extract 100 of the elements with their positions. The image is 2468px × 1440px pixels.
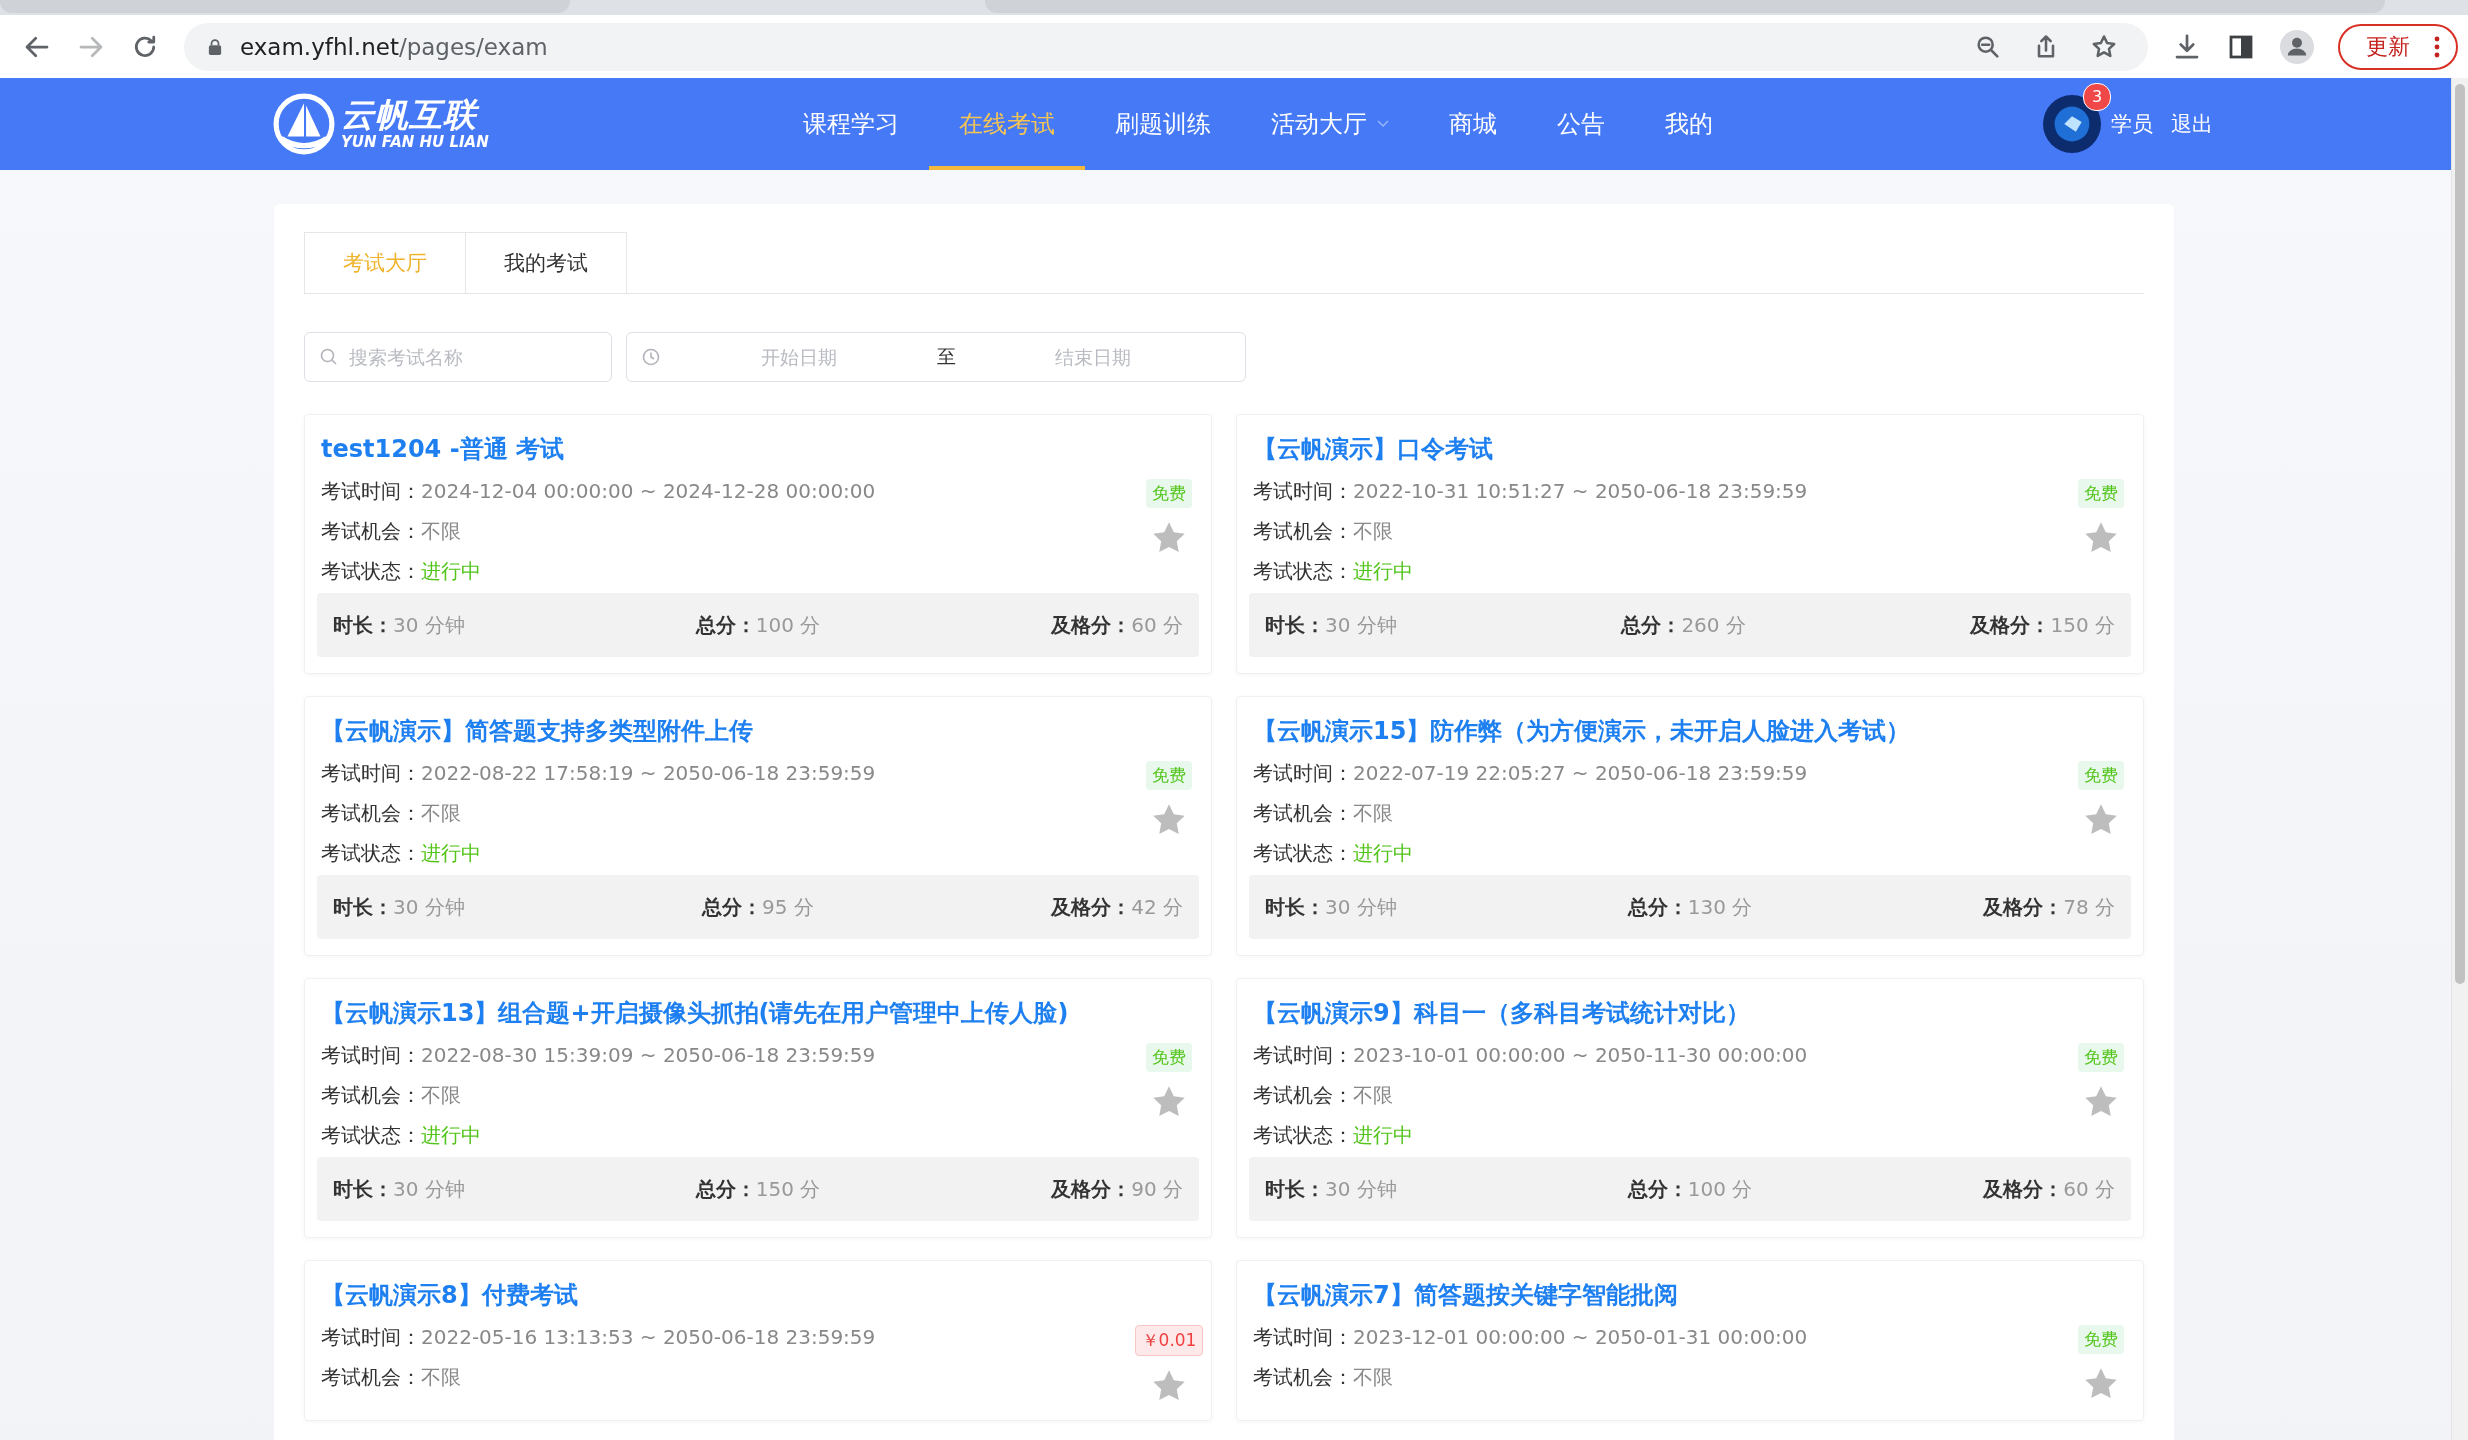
profile-icon[interactable] [2280, 29, 2314, 64]
end-date-input[interactable]: 结束日期 [955, 345, 1231, 369]
stat-value: 60 分 [1131, 612, 1183, 637]
exam-time: 2022-10-31 10:51:27 ~ 2050-06-18 23:59:59 [1353, 479, 1808, 503]
exam-card[interactable]: 【云帆演示】简答题支持多类型附件上传 考试时间：2022-08-22 17:58:19 ~ 2050-06-18 23:59:59 考试机会：不限 考试状态：进行中 免费 时长：30 分钟 总分：95 分 及格分：42 分 [304, 696, 1212, 956]
exam-attempts: 不限 [1353, 1365, 1393, 1389]
field-label: 考试时间： [1253, 1043, 1353, 1067]
exam-title[interactable]: 【云帆演示7】简答题按关键字智能批阅 [1249, 1273, 2071, 1317]
exam-card[interactable]: 【云帆演示8】付费考试 考试时间：2022-05-16 13:13:53 ~ 2050-06-18 23:59:59 考试机会：不限 ￥0.01 [304, 1260, 1212, 1421]
stat-value: 260 分 [1681, 612, 1746, 637]
price-tag: ￥0.01 [1134, 1325, 1204, 1356]
exam-card[interactable]: 【云帆演示13】组合题+开启摄像头抓拍(请先在用户管理中上传人脸) 考试时间：2022-08-30 15:39:09 ~ 2050-06-18 23:59:59 考试机会：不限 考试状态：进行中 免费 时长：30 分钟 总分：150 分 及格分：90 分 [304, 978, 1212, 1238]
field-label: 考试状态： [321, 1123, 421, 1147]
exam-card[interactable]: test1204 -普通 考试 考试时间：2024-12-04 00:00:00 ~ 2024-12-28 00:00:00 考试机会：不限 考试状态：进行中 免费 时长：30 分钟 总分：100 分 及格分：60 分 [304, 414, 1212, 674]
price-tag: 免费 [2078, 1043, 2124, 1072]
url-text: exam.yfhl.net/pages/exam [240, 33, 548, 60]
stat-label: 及格分： [1970, 612, 2051, 637]
nav-item[interactable]: 课程学习 [773, 78, 929, 170]
field-label: 考试时间： [321, 1325, 421, 1349]
exam-title[interactable]: 【云帆演示8】付费考试 [317, 1273, 1139, 1317]
exam-title[interactable]: 【云帆演示】简答题支持多类型附件上传 [317, 709, 1139, 753]
exam-card[interactable]: 【云帆演示15】防作弊（为方便演示，未开启人脸进入考试） 考试时间：2022-07-19 22:05:27 ~ 2050-06-18 23:59:59 考试机会：不限 考试状态：进行中 免费 时长：30 分钟 总分：130 分 及格分：78 分 [1236, 696, 2144, 956]
price-tag: 免费 [2078, 761, 2124, 790]
field-label: 考试机会： [1253, 1365, 1353, 1389]
range-separator: 至 [936, 344, 956, 369]
exam-time: 2023-12-01 00:00:00 ~ 2050-01-31 00:00:00 [1353, 1325, 1808, 1349]
stat-value: 60 分 [2063, 1176, 2115, 1201]
stat-label: 时长： [1265, 1176, 1325, 1201]
sail-logo-icon [273, 93, 335, 155]
field-label: 考试机会： [321, 1083, 421, 1107]
field-label: 考试状态： [1253, 841, 1353, 865]
price-tag: 免费 [1146, 479, 1192, 508]
search-icon [319, 347, 339, 367]
field-label: 考试时间： [321, 479, 421, 503]
nav-item[interactable]: 商城 [1419, 78, 1527, 170]
tab[interactable]: 我的考试 [465, 232, 627, 293]
exam-attempts: 不限 [421, 519, 461, 543]
nav-item[interactable]: 在线考试 [929, 78, 1085, 170]
exam-time: 2022-08-30 15:39:09 ~ 2050-06-18 23:59:59 [421, 1043, 876, 1067]
update-button[interactable]: 更新 [2338, 23, 2458, 70]
stat-value: 150 分 [2050, 612, 2115, 637]
field-label: 考试时间： [321, 1043, 421, 1067]
exam-status: 进行中 [1353, 1123, 1413, 1147]
stat-value: 42 分 [1131, 894, 1183, 919]
stat-value: 78 分 [2063, 894, 2115, 919]
stat-label: 及格分： [1051, 612, 1132, 637]
stat-value: 100 分 [755, 612, 821, 637]
user-link[interactable]: 学员 [2111, 110, 2153, 138]
logout-link[interactable]: 退出 [2171, 110, 2213, 138]
field-label: 考试机会： [321, 519, 421, 543]
date-range-field[interactable]: 开始日期 至 结束日期 [626, 332, 1246, 382]
field-label: 考试机会： [321, 1365, 421, 1389]
field-label: 考试时间： [1253, 761, 1353, 785]
stat-label: 时长： [333, 894, 393, 919]
nav-item[interactable]: 刷题训练 [1085, 78, 1241, 170]
nav-item[interactable]: 我的 [1635, 78, 1743, 170]
exam-status: 进行中 [1353, 841, 1413, 865]
stat-value: 90 分 [1131, 1176, 1183, 1201]
price-tag: 免费 [1146, 1043, 1192, 1072]
field-label: 考试状态： [1253, 559, 1353, 583]
logo-subtitle: YUN FAN HU LIAN [341, 135, 489, 150]
stat-value: 30 分钟 [1325, 612, 1397, 637]
stat-value: 100 分 [1687, 1176, 1753, 1201]
exam-time: 2023-10-01 00:00:00 ~ 2050-11-30 00:00:00 [1353, 1043, 1808, 1067]
nav-item[interactable]: 活动大厅 [1241, 78, 1419, 170]
stat-label: 及格分： [1051, 894, 1132, 919]
stat-value: 30 分钟 [393, 894, 465, 919]
logo-title: 云帆互联 [341, 98, 489, 131]
stat-value: 150 分 [755, 1176, 821, 1201]
exam-title[interactable]: 【云帆演示9】科目一（多科目考试统计对比） [1249, 991, 2071, 1035]
more-icon [2434, 35, 2440, 58]
exam-attempts: 不限 [421, 801, 461, 825]
price-tag: 免费 [2078, 479, 2124, 508]
exam-status: 进行中 [421, 559, 481, 583]
exam-attempts: 不限 [421, 1083, 461, 1107]
clock-icon [641, 347, 661, 367]
exam-card[interactable]: 【云帆演示7】简答题按关键字智能批阅 考试时间：2023-12-01 00:00:00 ~ 2050-01-31 00:00:00 考试机会：不限 免费 [1236, 1260, 2144, 1421]
exam-card[interactable]: 【云帆演示9】科目一（多科目考试统计对比） 考试时间：2023-10-01 00:00:00 ~ 2050-11-30 00:00:00 考试机会：不限 考试状态：进行中 免费 时长：30 分钟 总分：100 分 及格分：60 分 [1236, 978, 2144, 1238]
exam-attempts: 不限 [1353, 801, 1393, 825]
exam-title[interactable]: 【云帆演示】口令考试 [1249, 427, 2071, 471]
exam-status: 进行中 [421, 1123, 481, 1147]
stat-label: 及格分： [1983, 1176, 2064, 1201]
nav-item[interactable]: 公告 [1527, 78, 1635, 170]
start-date-input[interactable]: 开始日期 [661, 345, 937, 369]
exam-title[interactable]: 【云帆演示13】组合题+开启摄像头抓拍(请先在用户管理中上传人脸) [317, 991, 1139, 1035]
price-tag: 免费 [1146, 761, 1192, 790]
scrollbar[interactable] [2451, 78, 2468, 1440]
exam-card[interactable]: 【云帆演示】口令考试 考试时间：2022-10-31 10:51:27 ~ 2050-06-18 23:59:59 考试机会：不限 考试状态：进行中 免费 时长：30 分钟 总分：260 分 及格分：150 分 [1236, 414, 2144, 674]
stat-label: 总分： [695, 1176, 756, 1201]
stat-label: 总分： [1627, 1176, 1688, 1201]
stat-value: 30 分钟 [393, 612, 465, 637]
exam-title[interactable]: 【云帆演示15】防作弊（为方便演示，未开启人脸进入考试） [1249, 709, 2071, 753]
search-field[interactable]: 搜索考试名称 [304, 332, 612, 382]
exam-attempts: 不限 [421, 1365, 461, 1389]
stat-label: 及格分： [1051, 1176, 1132, 1201]
exam-title[interactable]: test1204 -普通 考试 [317, 427, 1139, 471]
exam-time: 2024-12-04 00:00:00 ~ 2024-12-28 00:00:00 [421, 479, 876, 503]
address-bar[interactable]: exam.yfhl.net/pages/exam [184, 22, 2148, 71]
lock-icon [208, 37, 222, 56]
exam-time: 2022-05-16 13:13:53 ~ 2050-06-18 23:59:59 [421, 1325, 876, 1349]
